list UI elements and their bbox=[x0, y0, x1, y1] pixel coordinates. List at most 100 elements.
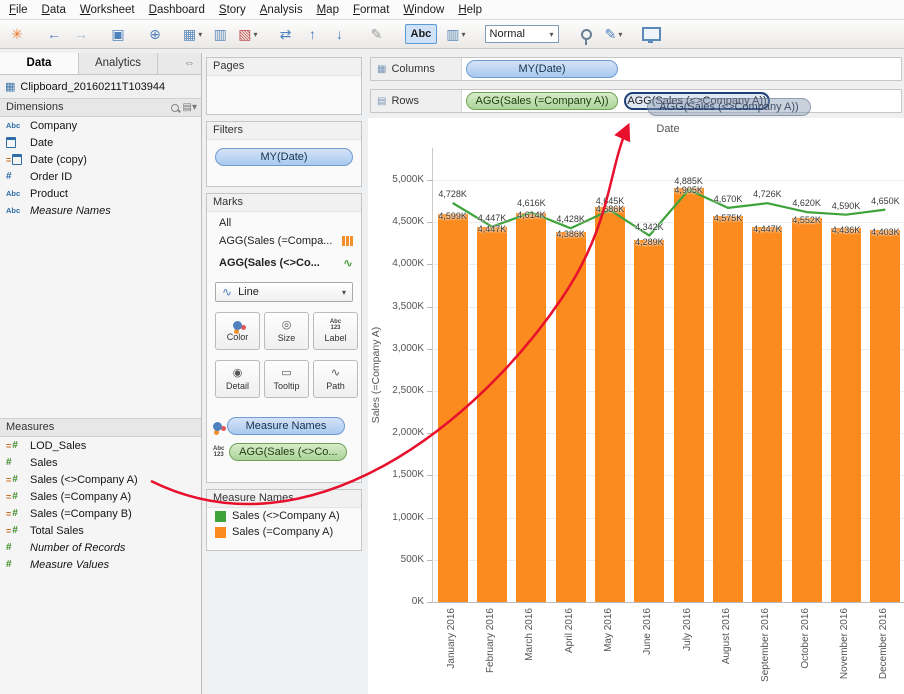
redo-icon[interactable]: → bbox=[72, 23, 90, 45]
marks-layer-agg-sales-co[interactable]: AGG(Sales (<>Co... ∿ bbox=[207, 254, 361, 271]
menu-data[interactable]: Data bbox=[35, 2, 73, 18]
measure-measure-values[interactable]: # Measure Values bbox=[0, 556, 201, 573]
legend-label: Sales (=Company A) bbox=[232, 526, 334, 538]
field-label: LOD_Sales bbox=[30, 439, 87, 452]
columns-pill-my-date[interactable]: MY(Date) bbox=[466, 60, 618, 78]
menu-worksheet[interactable]: Worksheet bbox=[73, 2, 142, 18]
marks-button-detail[interactable]: ◉ Detail bbox=[215, 360, 260, 398]
column-field-label: Date bbox=[656, 123, 680, 135]
filters-card[interactable]: Filters MY(Date) bbox=[206, 121, 362, 187]
menu-help[interactable]: Help bbox=[451, 2, 489, 18]
marks-pill-measure-names[interactable]: Measure Names bbox=[227, 417, 345, 435]
legend-label: Sales (<>Company A) bbox=[232, 510, 340, 522]
bar-label-september-2016: 4,447K bbox=[753, 223, 782, 234]
measure-lod-sales[interactable]: = # LOD_Sales bbox=[0, 437, 201, 454]
chevron-down-icon: ▾ bbox=[618, 29, 623, 39]
menu-file[interactable]: File bbox=[2, 2, 35, 18]
menu-dashboard[interactable]: Dashboard bbox=[142, 2, 212, 18]
menu-story[interactable]: Story bbox=[212, 2, 253, 18]
duplicate-sheet-icon[interactable]: ▥ bbox=[211, 23, 229, 45]
measure-sales[interactable]: # Sales bbox=[0, 454, 201, 471]
line-chart-icon: ∿ bbox=[342, 255, 353, 270]
marks-button-color[interactable]: Color bbox=[215, 312, 260, 350]
dimension-product[interactable]: Abc Product bbox=[0, 185, 201, 202]
sort-ascending-icon[interactable]: ↑ bbox=[304, 23, 322, 45]
columns-icon: ▦ bbox=[377, 63, 387, 75]
fit-axes-icon[interactable]: ▥ ▾ bbox=[446, 23, 465, 45]
bar-label-december-2016: 4,403K bbox=[871, 227, 900, 238]
duplicate-sheet-icon-glyph: ▥ bbox=[213, 26, 227, 42]
legend-item-sales-company-a[interactable]: Sales (=Company A) bbox=[207, 524, 361, 540]
marks-button-label: Size bbox=[277, 332, 296, 343]
marks-pill-agg-sales-co[interactable]: AGG(Sales (<>Co... bbox=[229, 443, 348, 461]
group-members-icon[interactable]: ✎ bbox=[368, 23, 386, 45]
show-mark-labels-button[interactable]: Abc bbox=[404, 24, 438, 44]
pane-swap-icon[interactable]: ⇔ bbox=[178, 53, 201, 74]
detail-icon: ◉ bbox=[232, 366, 243, 379]
legend-item-sales-company-a[interactable]: Sales (<>Company A) bbox=[207, 508, 361, 524]
color-wheel-icon bbox=[213, 421, 222, 431]
save-icon[interactable]: ▣ bbox=[109, 23, 127, 45]
y-tick-label: 5,000K bbox=[392, 174, 424, 186]
dimension-measure-names[interactable]: Abc Measure Names bbox=[0, 202, 201, 219]
bar-label-july-2016: 4,905K bbox=[674, 185, 703, 196]
search-icon[interactable] bbox=[170, 103, 179, 112]
dimension-date-copy[interactable]: = Date (copy) bbox=[0, 151, 201, 168]
measure-number-of-records[interactable]: # Number of Records bbox=[0, 539, 201, 556]
new-worksheet-icon[interactable]: ▦ ▾ bbox=[183, 23, 202, 45]
field-type-icon: # bbox=[6, 559, 12, 570]
annotation-pen-icon-glyph: ✎ bbox=[604, 26, 617, 42]
marks-layer-agg-sales-compa[interactable]: AGG(Sales (=Compa... bbox=[207, 232, 361, 249]
tableau-logo-icon[interactable]: ✳ bbox=[8, 23, 26, 45]
pane-tabs: Data Analytics ⇔ bbox=[0, 53, 201, 75]
marks-button-path[interactable]: ∿ Path bbox=[313, 360, 358, 398]
marks-button-size[interactable]: ◎ Size bbox=[264, 312, 309, 350]
menu-analysis[interactable]: Analysis bbox=[253, 2, 310, 18]
x-tick-label-october-2016: October 2016 bbox=[799, 608, 811, 669]
dimension-date[interactable]: Date bbox=[0, 134, 201, 151]
new-datasource-icon[interactable]: ⊕ bbox=[146, 23, 164, 45]
presentation-mode-icon[interactable] bbox=[641, 23, 661, 45]
dimensions-list: Abc Company Date = Date (copy) # Order ID Abc Pr… bbox=[0, 117, 201, 219]
measure-sales-company-a[interactable]: = # Sales (<>Company A) bbox=[0, 471, 201, 488]
sort-descending-icon-glyph: ↓ bbox=[336, 26, 343, 42]
dimensions-header-tools: ▤▾ bbox=[170, 99, 197, 116]
menu-map[interactable]: Map bbox=[310, 2, 346, 18]
pin-icon-glyph bbox=[581, 28, 593, 45]
measure-sales-company-a[interactable]: = # Sales (=Company A) bbox=[0, 488, 201, 505]
undo-icon[interactable]: ← bbox=[45, 23, 63, 45]
field-type-icon: = # bbox=[6, 508, 18, 519]
filter-pill-my-date[interactable]: MY(Date) bbox=[215, 148, 353, 166]
tab-data[interactable]: Data bbox=[0, 53, 79, 74]
pin-icon[interactable] bbox=[578, 23, 596, 45]
x-tick-label-september-2016: September 2016 bbox=[760, 608, 772, 682]
tab-analytics[interactable]: Analytics bbox=[79, 53, 158, 74]
menu-format[interactable]: Format bbox=[346, 2, 396, 18]
marks-button-tooltip[interactable]: ▭ Tooltip bbox=[264, 360, 309, 398]
bar-label-february-2016: 4,447K bbox=[477, 223, 507, 234]
measure-total-sales[interactable]: = # Total Sales bbox=[0, 522, 201, 539]
pages-card[interactable]: Pages bbox=[206, 57, 362, 115]
annotation-pen-icon[interactable]: ✎ ▾ bbox=[605, 23, 623, 45]
rows-icon: ▤ bbox=[377, 95, 387, 107]
rows-pill-agg-sales-company-a[interactable]: AGG(Sales (=Company A)) bbox=[466, 92, 618, 110]
menu-window[interactable]: Window bbox=[396, 2, 451, 18]
view-menu-icon[interactable]: ▤▾ bbox=[183, 99, 197, 116]
dimension-company[interactable]: Abc Company bbox=[0, 117, 201, 134]
measures-list: = # LOD_Sales # Sales = # Sales (<>Company A) = #… bbox=[0, 437, 201, 573]
measure-sales-company-b[interactable]: = # Sales (=Company B) bbox=[0, 505, 201, 522]
marks-button-label[interactable]: Abc 123 Label bbox=[313, 312, 358, 350]
view-size-select[interactable]: Normal ▾ bbox=[484, 25, 559, 43]
swap-rows-columns-icon[interactable]: ⇄ bbox=[277, 23, 295, 45]
sort-descending-icon[interactable]: ↓ bbox=[331, 23, 349, 45]
dimension-order-id[interactable]: # Order ID bbox=[0, 168, 201, 185]
mark-type-dropdown[interactable]: ∿ Line ▾ bbox=[215, 282, 353, 302]
columns-shelf[interactable]: ▦ Columns MY(Date) bbox=[370, 57, 902, 81]
marks-card: Marks All AGG(Sales (=Compa... AGG(Sales (… bbox=[206, 193, 362, 483]
marks-button-label: Path bbox=[326, 380, 345, 391]
marks-layer-all[interactable]: All bbox=[207, 214, 361, 231]
clear-sheet-icon[interactable]: ▧ ▾ bbox=[238, 23, 257, 45]
rows-shelf[interactable]: ▤ Rows AGG(Sales (=Company A)) AGG(Sales… bbox=[370, 89, 902, 116]
marks-pill-row-agg-sales-co: Abc 123 AGG(Sales (<>Co... bbox=[213, 442, 355, 462]
datasource-item[interactable]: ▦ Clipboard_20160211T103944 bbox=[0, 75, 201, 99]
